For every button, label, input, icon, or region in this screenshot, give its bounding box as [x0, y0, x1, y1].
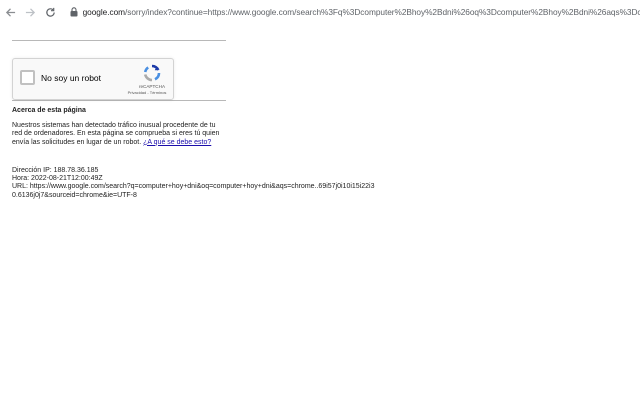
browser-toolbar: google.com/sorry/index?continue=https://… — [0, 0, 640, 24]
recaptcha-logo-icon — [143, 64, 161, 82]
reload-icon[interactable] — [41, 3, 59, 21]
recaptcha-widget: No soy un robot reCAPTCHA Privacidad - T… — [12, 58, 174, 100]
forward-arrow-icon[interactable] — [22, 3, 40, 21]
recaptcha-brand: reCAPTCHA — [138, 84, 166, 89]
captcha-label: No soy un robot — [41, 73, 102, 83]
request-info: Dirección IP: 188.78.36.185 Hora: 2022-0… — [12, 166, 374, 200]
about-text: Nuestros sistemas han detectado tráfico … — [12, 122, 224, 147]
page-content: No soy un robot reCAPTCHA Privacidad - T… — [12, 40, 374, 200]
lock-icon[interactable] — [69, 6, 79, 18]
url-path: /sorry/index?continue=https://www.google… — [125, 7, 640, 17]
ip-address: Dirección IP: 188.78.36.185 — [12, 166, 99, 174]
address-bar[interactable]: google.com/sorry/index?continue=https://… — [83, 7, 640, 17]
privacy-link[interactable]: Privacidad — [128, 90, 147, 95]
why-link[interactable]: ¿A qué se debe esto? — [143, 139, 211, 146]
terms-link[interactable]: Términos — [150, 90, 167, 95]
request-url: URL: https://www.google.com/search?q=com… — [12, 183, 375, 199]
url-host: google.com — [82, 7, 126, 17]
back-arrow-icon[interactable] — [2, 3, 20, 21]
recaptcha-links: Privacidad - Términos — [121, 90, 173, 95]
request-time: Hora: 2022-08-21T12:00:49Z — [12, 175, 103, 183]
captcha-checkbox[interactable] — [20, 70, 35, 85]
about-divider — [12, 100, 226, 101]
top-divider — [12, 40, 226, 41]
about-title: Acerca de esta página — [12, 107, 86, 114]
